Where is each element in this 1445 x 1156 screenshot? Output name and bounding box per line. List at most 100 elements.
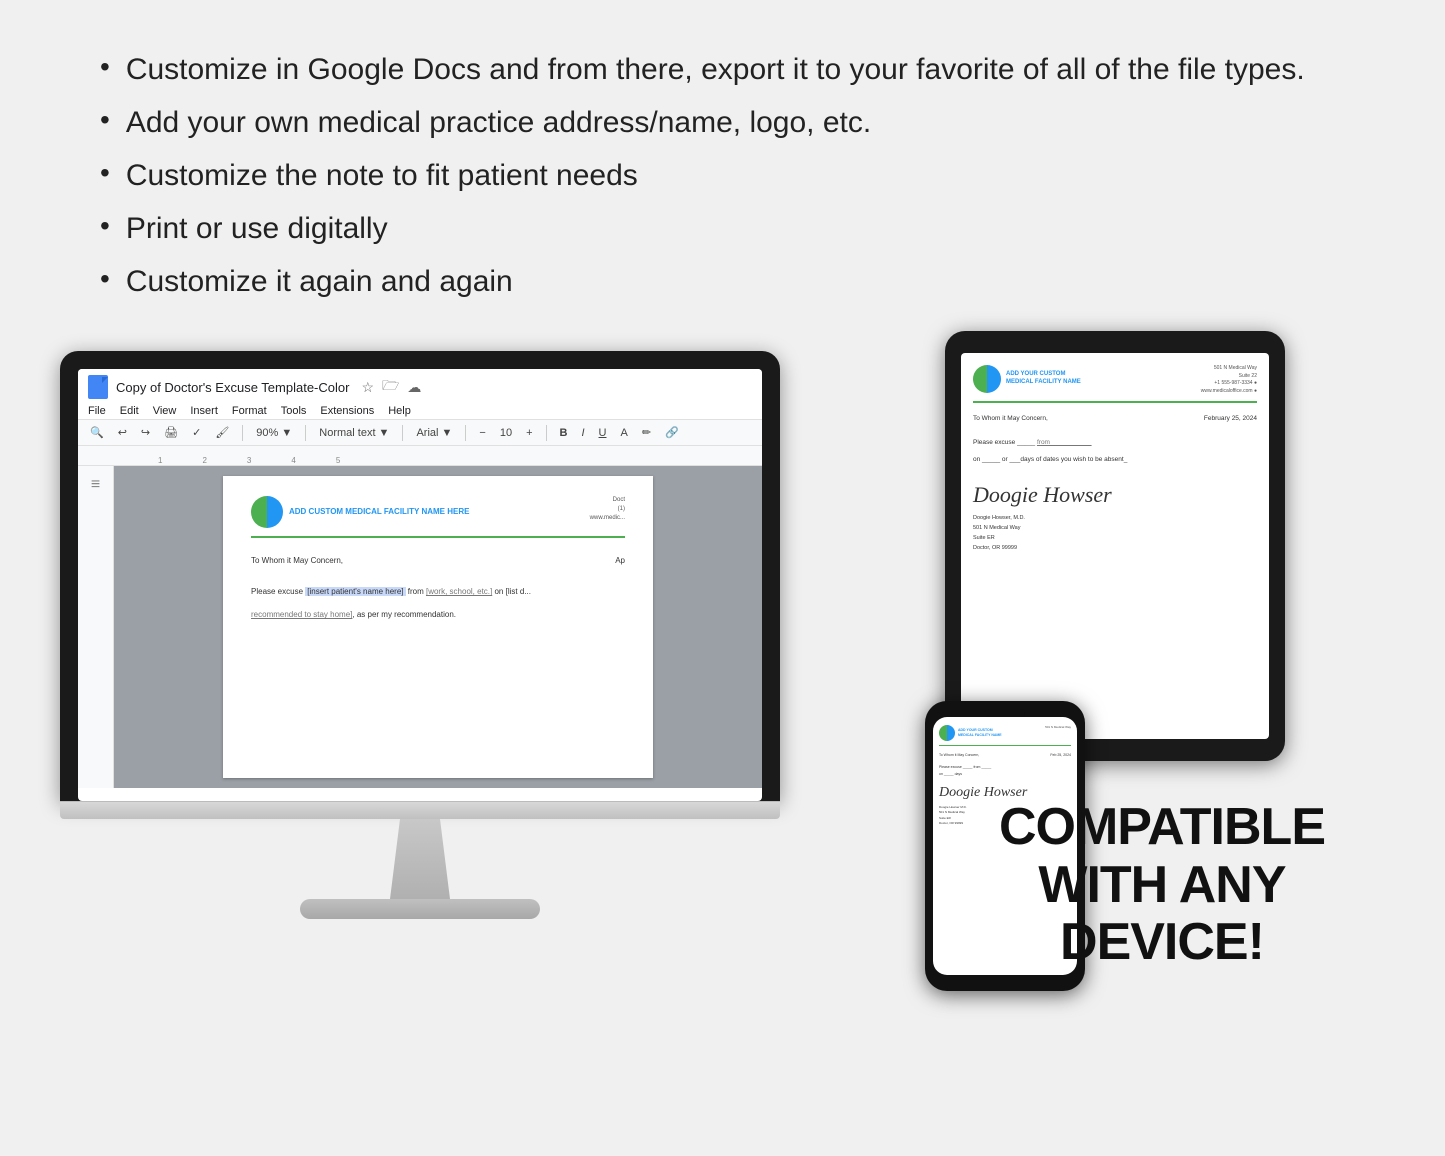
gdocs-menu-row: File Edit View Insert Format Tools Exten… — [88, 403, 752, 419]
color-btn[interactable]: A — [617, 425, 632, 441]
paint-btn[interactable]: 🖌 — [211, 424, 233, 441]
bold-btn[interactable]: B — [556, 425, 572, 441]
gdocs-address-right: Doct(1)www.medic... — [590, 496, 625, 523]
compatible-line2: WITH ANY — [999, 857, 1325, 914]
phone-letterhead: ADD YOUR CUSTOMMEDICAL FACILITY NAME 501… — [939, 725, 1071, 746]
undo-btn[interactable]: ↩ — [114, 424, 131, 441]
menu-tools[interactable]: Tools — [281, 405, 307, 417]
gdocs-doc-page: ADD CUSTOM MEDICAL FACILITY NAME HERE Do… — [114, 466, 762, 788]
separator-5 — [546, 425, 547, 441]
italic-btn[interactable]: I — [577, 425, 588, 441]
imac-screen-inner: Copy of Doctor's Excuse Template-Color ☆… — [78, 369, 762, 801]
gdocs-to-whom-text: To Whom it May Concern, — [251, 554, 343, 568]
tablet-practice-name: ADD YOUR CUSTOMMEDICAL FACILITY NAME — [1006, 371, 1081, 387]
tablet-screen: ADD YOUR CUSTOMMEDICAL FACILITY NAME 501… — [961, 353, 1269, 739]
bullet-text-4: Print or use digitally — [126, 209, 388, 248]
star-icon: ☆ — [361, 379, 374, 396]
phone-practice-name: ADD YOUR CUSTOMMEDICAL FACILITY NAME — [958, 728, 1002, 737]
devices-section: Copy of Doctor's Excuse Template-Color ☆… — [60, 331, 1385, 1011]
gdocs-doc-icon — [88, 375, 108, 399]
imac-chin — [60, 801, 780, 819]
phone-to-whom: To Whom it May Concern, Feb 25, 2024 — [939, 752, 1071, 758]
gdocs-doc-body: To Whom it May Concern, Ap Please excuse… — [251, 554, 625, 623]
compatible-line3: DEVICE! — [999, 914, 1325, 971]
font-size-plus[interactable]: + — [522, 425, 536, 441]
bullet-item-3: • Customize the note to fit patient need… — [100, 156, 1385, 195]
bullet-text-1: Customize in Google Docs and from there,… — [126, 50, 1305, 89]
gdocs-title-row: Copy of Doctor's Excuse Template-Color ☆… — [88, 375, 752, 399]
bullet-item-2: • Add your own medical practice address/… — [100, 103, 1385, 142]
gdocs-on-text: on [list d... — [494, 587, 530, 596]
bullet-item-1: • Customize in Google Docs and from ther… — [100, 50, 1385, 89]
separator-4 — [465, 425, 466, 441]
tablet-address: 501 N Medical Way Suite 22 +1 555-987-33… — [1201, 365, 1257, 395]
page-wrapper: • Customize in Google Docs and from ther… — [0, 0, 1445, 1156]
tablet-letterhead: ADD YOUR CUSTOMMEDICAL FACILITY NAME 501… — [973, 365, 1257, 403]
menu-insert[interactable]: Insert — [190, 405, 218, 417]
compatible-text: COMPATIBLE WITH ANY DEVICE! — [999, 799, 1325, 971]
bullets-section: • Customize in Google Docs and from ther… — [100, 50, 1385, 301]
phone-logo-circle — [939, 725, 955, 741]
gdocs-paper: ADD CUSTOM MEDICAL FACILITY NAME HERE Do… — [223, 476, 653, 778]
separator-2 — [305, 425, 306, 441]
gdocs-title: Copy of Doctor's Excuse Template-Color — [116, 380, 349, 395]
phone-notch — [985, 709, 1025, 717]
imac-base — [300, 899, 540, 919]
tablet-on-line: on _____ or ___days of dates you wish to… — [973, 454, 1257, 466]
style-select[interactable]: Normal text ▼ — [315, 425, 393, 441]
menu-format[interactable]: Format — [232, 405, 267, 417]
menu-extensions[interactable]: Extensions — [320, 405, 374, 417]
tablet-signature: Doogie Howser — [973, 482, 1257, 508]
search-btn[interactable]: 🔍 — [86, 424, 108, 441]
gdocs-letterhead: ADD CUSTOM MEDICAL FACILITY NAME HERE Do… — [251, 496, 625, 538]
folder-icon: 🗁 — [382, 375, 399, 399]
bullet-text-2: Add your own medical practice address/na… — [126, 103, 871, 142]
menu-view[interactable]: View — [153, 405, 177, 417]
bullet-dot-1: • — [100, 50, 110, 84]
bullet-dot-2: • — [100, 103, 110, 137]
tablet-doctor-info: Doogie Howser, M.D. 501 N Medical Way Su… — [973, 514, 1257, 554]
underline-btn[interactable]: U — [595, 425, 611, 441]
gdocs-from-placeholder: [work, school, etc.] — [426, 587, 492, 596]
bullet-dot-3: • — [100, 156, 110, 190]
compatible-line1: COMPATIBLE — [999, 799, 1325, 856]
ruler-marks: 12345 — [138, 446, 762, 465]
tablet-to-whom: To Whom it May Concern, February 25, 202… — [973, 413, 1257, 425]
font-select[interactable]: Arial ▼ — [412, 425, 456, 441]
gdocs-title-icons: ☆ 🗁 ☁ — [361, 375, 421, 399]
separator-3 — [402, 425, 403, 441]
gdocs-excuse-text: Please excuse — [251, 587, 305, 596]
bullet-item-5: • Customize it again and again — [100, 262, 1385, 301]
redo-btn[interactable]: ↪ — [137, 424, 154, 441]
gdocs-logo-area: ADD CUSTOM MEDICAL FACILITY NAME HERE — [251, 496, 469, 528]
link-btn[interactable]: 🔗 — [661, 424, 683, 441]
phone-body: To Whom it May Concern, Feb 25, 2024 Ple… — [939, 752, 1071, 777]
gdocs-patient-placeholder: [insert patient's name here] — [305, 587, 405, 596]
gdocs-excuse-line: Please excuse [insert patient's name her… — [251, 584, 625, 600]
separator-1 — [242, 425, 243, 441]
gdocs-format-bar: 🔍 ↩ ↪ 🖨 ✓ 🖌 90% ▼ Normal text ▼ Arial ▼ — [78, 420, 762, 446]
gdocs-to-whom: To Whom it May Concern, Ap — [251, 554, 625, 568]
gdocs-logo-circle — [251, 496, 283, 528]
phone-address: 501 N Medical Way — [1045, 725, 1071, 730]
tablet-logo-circle — [973, 365, 1001, 393]
highlight-btn[interactable]: ✏ — [638, 424, 655, 441]
bullet-dot-5: • — [100, 262, 110, 296]
menu-edit[interactable]: Edit — [120, 405, 139, 417]
tablet-body: To Whom it May Concern, February 25, 202… — [973, 413, 1257, 466]
print-btn[interactable]: 🖨 — [160, 424, 182, 441]
bullet-item-4: • Print or use digitally — [100, 209, 1385, 248]
bullet-text-5: Customize it again and again — [126, 262, 513, 301]
phone-to-whom-text: To Whom it May Concern, — [939, 752, 979, 758]
font-size-minus[interactable]: − — [475, 425, 489, 441]
gdocs-from-text: from — [408, 587, 426, 596]
gdocs-body-area: ≡ ADD CUSTOM MEDICAL FACILITY NAME HERE … — [78, 466, 762, 788]
gdocs-sidebar: ≡ — [78, 466, 114, 788]
gdocs-recommended-text: recommended to stay home], as per my rec… — [251, 608, 625, 622]
tablet-from-label: from ___________ — [1037, 439, 1092, 446]
zoom-select[interactable]: 90% ▼ — [252, 425, 296, 441]
spellcheck-btn[interactable]: ✓ — [188, 424, 205, 441]
menu-help[interactable]: Help — [388, 405, 411, 417]
tablet-date: February 25, 2024 — [1204, 413, 1257, 425]
menu-file[interactable]: File — [88, 405, 106, 417]
